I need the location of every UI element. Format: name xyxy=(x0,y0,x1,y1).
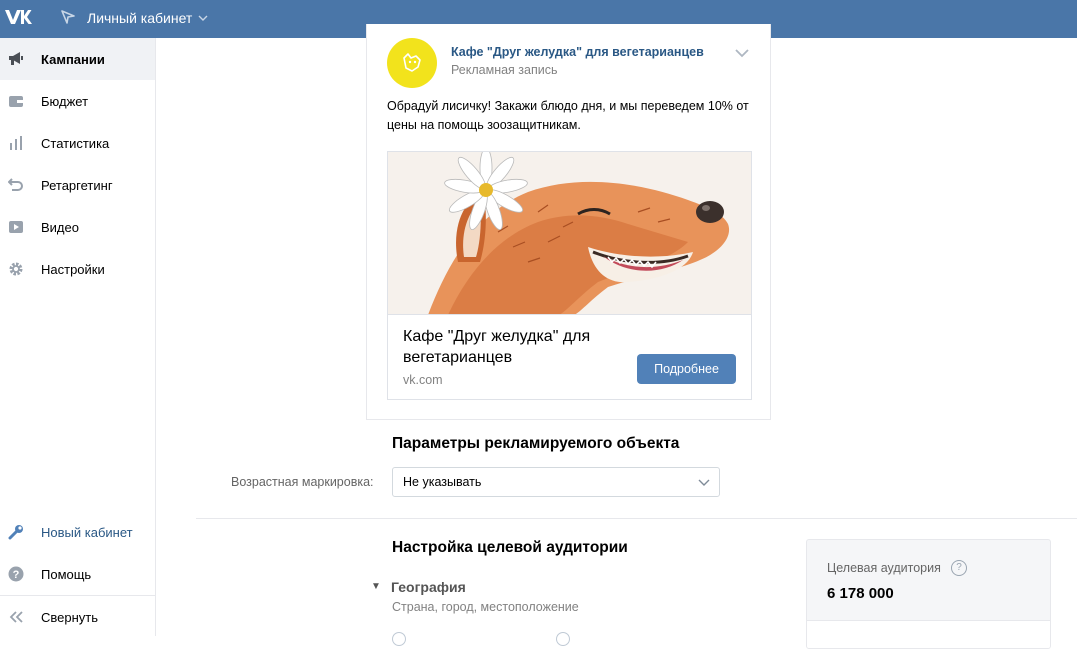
wallet-icon xyxy=(8,93,24,109)
ad-post-preview: Кафе "Друг желудка" для вегетарианцев Ре… xyxy=(366,24,771,420)
geography-subtitle: Страна, город, местоположение xyxy=(392,600,579,614)
sidebar-item-campaigns[interactable]: Кампании xyxy=(0,38,155,80)
geo-radio-option[interactable] xyxy=(556,632,570,646)
audience-box-lower xyxy=(807,620,1050,648)
location-arrow-icon[interactable] xyxy=(61,10,75,24)
bar-chart-icon xyxy=(8,135,24,151)
svg-text:?: ? xyxy=(13,569,20,581)
geo-radio-option[interactable] xyxy=(392,632,406,646)
sidebar-item-label: Бюджет xyxy=(41,93,89,109)
geography-toggle[interactable]: География xyxy=(391,579,466,595)
post-author-link[interactable]: Кафе "Друг желудка" для вегетарианцев xyxy=(451,45,704,59)
sidebar-item-help[interactable]: ? Помощь xyxy=(0,553,155,595)
target-audience-label: Целевая аудитория xyxy=(827,561,941,575)
sidebar: Кампании Бюджет Статистика Ретаргетинг В… xyxy=(0,38,156,636)
sidebar-item-label: Видео xyxy=(41,219,79,235)
retarget-arrow-icon xyxy=(8,177,24,193)
audience-section-title: Настройка целевой аудитории xyxy=(392,539,628,556)
post-subtitle: Рекламная запись xyxy=(451,63,558,77)
fox-illustration-image[interactable] xyxy=(388,152,751,315)
help-icon: ? xyxy=(8,566,24,582)
cabinet-label: Личный кабинет xyxy=(87,10,193,26)
megaphone-icon xyxy=(8,51,24,67)
sidebar-item-collapse[interactable]: Свернуть xyxy=(0,596,155,638)
vk-logo-icon[interactable] xyxy=(2,7,32,27)
link-attachment[interactable]: Кафе "Друг желудка" для вегетарианцев vk… xyxy=(387,151,752,400)
sidebar-item-statistics[interactable]: Статистика xyxy=(0,122,155,164)
fox-logo-icon xyxy=(403,53,421,72)
sidebar-item-label: Ретаргетинг xyxy=(41,177,113,193)
post-text: Обрадуй лисичку! Закажи блюдо дня, и мы … xyxy=(387,99,749,132)
help-icon[interactable]: ? xyxy=(951,560,967,576)
cabinet-dropdown[interactable]: Личный кабинет xyxy=(87,9,208,27)
sidebar-item-label: Кампании xyxy=(41,51,105,67)
chevron-down-icon xyxy=(198,15,208,21)
sidebar-item-new-cabinet[interactable]: Новый кабинет xyxy=(0,511,155,553)
more-button[interactable]: Подробнее xyxy=(637,354,736,384)
sidebar-item-label: Новый кабинет xyxy=(41,524,133,540)
target-audience-box: Целевая аудитория ? 6 178 000 xyxy=(806,539,1051,649)
collapse-icon xyxy=(8,609,24,625)
attachment-domain: vk.com xyxy=(403,373,443,387)
chevron-down-icon xyxy=(698,479,710,486)
attachment-title[interactable]: Кафе "Друг желудка" для вегетарианцев xyxy=(403,326,633,368)
sidebar-item-budget[interactable]: Бюджет xyxy=(0,80,155,122)
params-section-title: Параметры рекламируемого объекта xyxy=(392,435,680,452)
video-play-icon xyxy=(8,219,24,235)
sidebar-item-label: Настройки xyxy=(41,261,105,277)
gear-icon xyxy=(8,261,24,277)
sidebar-item-retargeting[interactable]: Ретаргетинг xyxy=(0,164,155,206)
sidebar-item-label: Статистика xyxy=(41,135,110,151)
sidebar-item-label: Свернуть xyxy=(41,609,99,625)
age-marking-select[interactable]: Не указывать xyxy=(392,467,720,497)
chevron-down-icon[interactable] xyxy=(735,49,749,58)
avatar[interactable] xyxy=(387,38,437,88)
age-marking-value: Не указывать xyxy=(403,475,482,489)
triangle-down-icon[interactable]: ▼ xyxy=(371,581,381,592)
sidebar-item-label: Помощь xyxy=(41,566,92,582)
sidebar-item-video[interactable]: Видео xyxy=(0,206,155,248)
section-divider xyxy=(196,518,1077,519)
wrench-icon xyxy=(8,524,24,540)
target-audience-value: 6 178 000 xyxy=(827,585,894,602)
sidebar-item-settings[interactable]: Настройки xyxy=(0,248,155,290)
age-marking-label: Возрастная маркировка: xyxy=(231,475,374,489)
